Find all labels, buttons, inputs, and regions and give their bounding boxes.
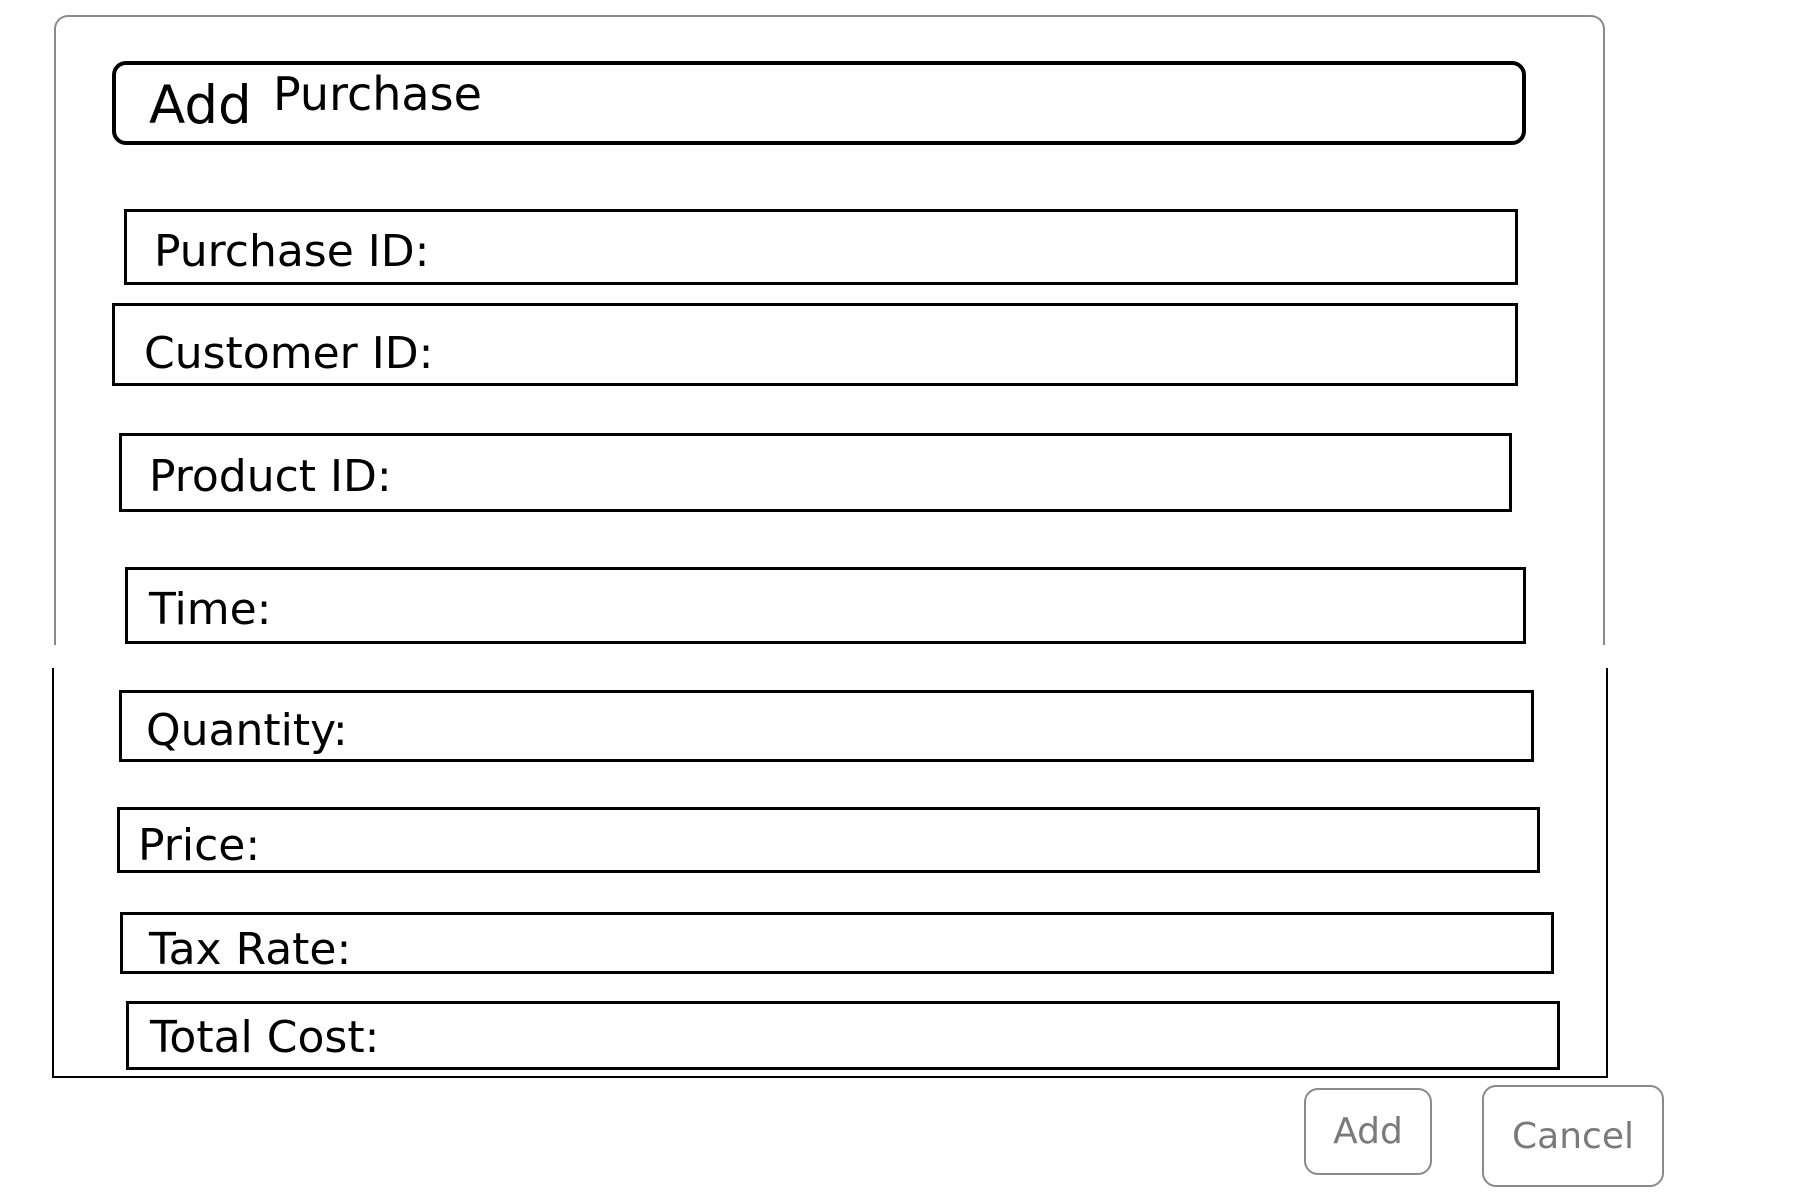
product-id-label: Product ID: <box>149 451 392 502</box>
price-field[interactable] <box>117 807 1540 873</box>
time-label: Time: <box>149 584 272 635</box>
purchase-id-label: Purchase ID: <box>154 226 430 277</box>
customer-id-label: Customer ID: <box>144 328 434 379</box>
time-field[interactable] <box>125 567 1526 644</box>
cancel-button[interactable]: Cancel <box>1482 1085 1664 1187</box>
quantity-label: Quantity: <box>146 705 348 756</box>
tax-rate-label: Tax Rate: <box>149 924 352 975</box>
dialog-title-add: Add <box>149 75 252 136</box>
total-cost-label: Total Cost: <box>150 1012 380 1063</box>
add-button[interactable]: Add <box>1304 1088 1432 1175</box>
dialog-title-purchase: Purchase <box>273 67 482 121</box>
price-label: Price: <box>138 820 261 871</box>
